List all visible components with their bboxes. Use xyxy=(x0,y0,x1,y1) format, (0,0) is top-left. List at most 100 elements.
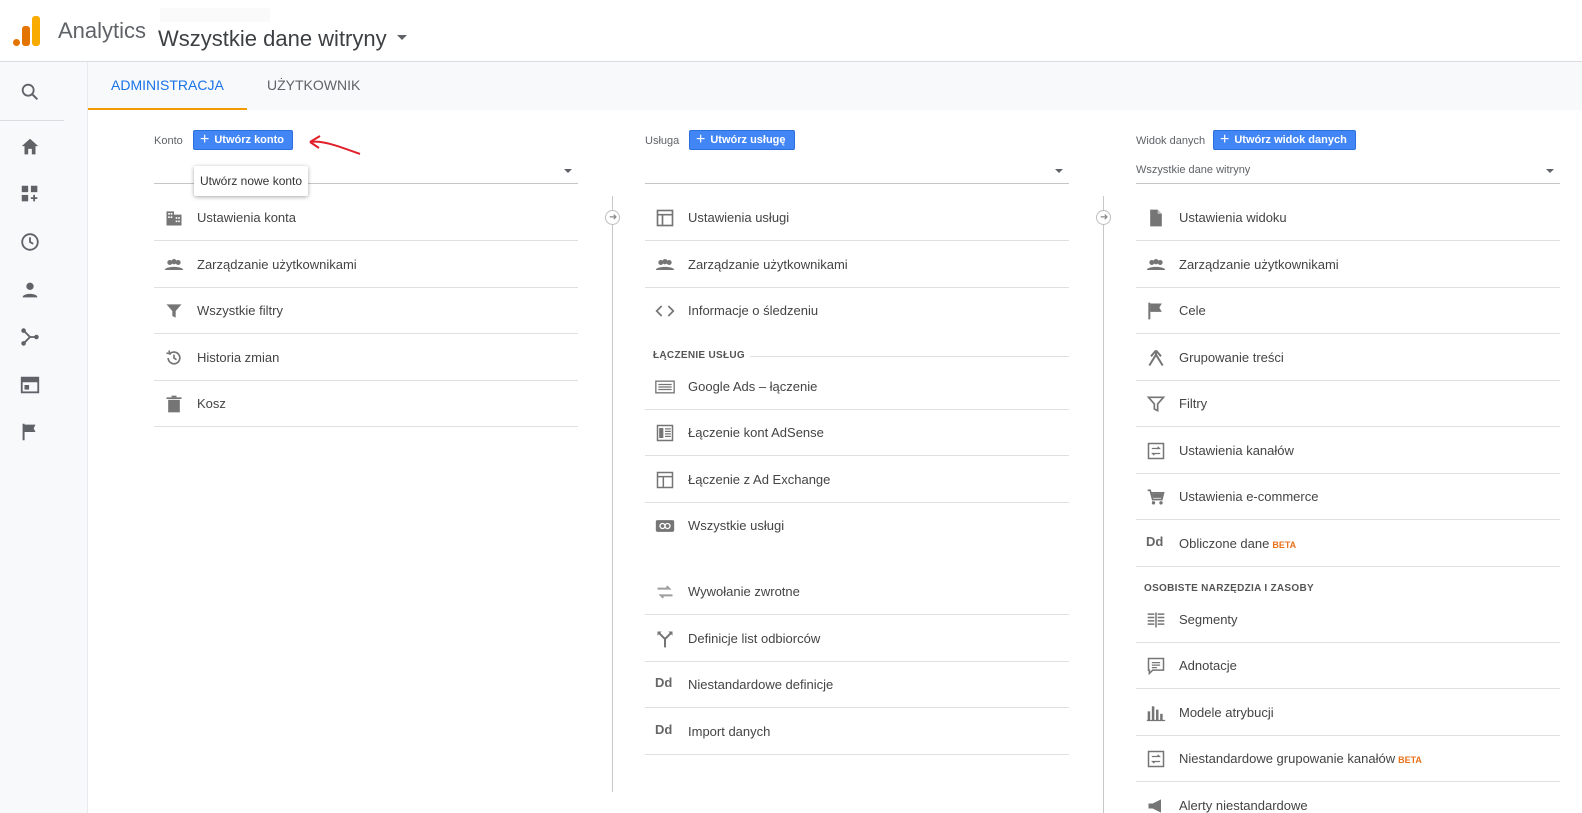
list-item[interactable]: Grupowanie treści xyxy=(1136,335,1560,381)
building-icon xyxy=(166,211,182,226)
behavior-icon[interactable] xyxy=(19,374,41,396)
list-item[interactable]: Segmenty xyxy=(1136,597,1560,643)
list-item[interactable]: Ustawienia kanałów xyxy=(1136,428,1560,474)
item-label: Import danych xyxy=(688,724,771,739)
search-icon[interactable] xyxy=(19,81,41,103)
item-label: Filtry xyxy=(1179,396,1208,411)
item-label: Definicje list odbiorców xyxy=(688,631,821,646)
list-item[interactable]: Łączenie z Ad Exchange xyxy=(645,457,1069,503)
cart-icon xyxy=(1147,489,1165,505)
list-item[interactable]: Ustawienia widoku xyxy=(1136,195,1560,241)
plus-icon: + xyxy=(696,131,706,148)
item-label: Zarządzanie użytkownikami xyxy=(197,257,357,272)
annotation-arrow-icon xyxy=(309,135,361,155)
item-label: Grupowanie treści xyxy=(1179,350,1284,365)
code-icon xyxy=(655,305,675,317)
item-label: Niestandardowe definicje xyxy=(688,677,834,692)
section-heading: ŁĄCZENIE USŁUG xyxy=(653,350,745,361)
admin-content: Konto + Utwórz konto Utwórz nowe konto Us… xyxy=(88,110,1582,813)
caret-down-icon xyxy=(564,169,572,173)
property-selector[interactable]: Wszystkie dane witryny xyxy=(158,26,387,52)
list-item[interactable]: Ustawienia e-commerce xyxy=(1136,474,1560,520)
list-item[interactable]: Kosz xyxy=(154,381,578,427)
list-item[interactable]: Zarządzanie użytkownikami xyxy=(154,242,578,288)
list-item[interactable]: Cele xyxy=(1136,288,1560,334)
create-property-button[interactable]: + Utwórz usługę xyxy=(689,130,795,150)
top-header: Analytics Wszystkie dane witryny xyxy=(0,0,1582,62)
item-label: Wszystkie usługi xyxy=(688,518,785,533)
item-label: Obliczone dane BETA xyxy=(1179,536,1297,551)
list-item[interactable]: Wszystkie usługi xyxy=(645,503,1069,549)
link-icon xyxy=(655,520,675,532)
postback-icon xyxy=(657,585,673,599)
clock-icon[interactable] xyxy=(19,231,41,253)
view-label: Widok danych xyxy=(1136,134,1206,147)
property-label: Usługa xyxy=(645,134,680,147)
item-label: Alerty niestandardowe xyxy=(1179,798,1308,813)
list-item[interactable]: Niestandardowe grupowanie kanałów BETA xyxy=(1136,736,1560,782)
list-item[interactable]: Dd Import danych xyxy=(645,709,1069,755)
list-item[interactable]: Definicje list odbiorców xyxy=(645,616,1069,662)
create-account-button[interactable]: + Utwórz konto xyxy=(193,130,294,150)
app-title: Analytics xyxy=(58,18,147,43)
list-item[interactable]: Wszystkie filtry xyxy=(154,288,578,334)
home-icon[interactable] xyxy=(19,136,41,158)
plus-icon: + xyxy=(1220,131,1230,148)
item-label: Ustawienia usługi xyxy=(688,210,790,225)
list-item[interactable]: Ustawienia usługi xyxy=(645,195,1069,241)
tab-uzytkownik[interactable]: UŻYTKOWNIK xyxy=(244,62,383,108)
list-item[interactable]: Historia zmian xyxy=(154,335,578,381)
bars-icon xyxy=(1146,706,1166,722)
redacted-area xyxy=(160,8,270,22)
item-label: Wywołanie zwrotne xyxy=(688,584,800,599)
person-icon[interactable] xyxy=(19,279,41,301)
item-label: Ustawienia e-commerce xyxy=(1179,489,1319,504)
section-heading: OSOBISTE NARZĘDZIA I ZASOBY xyxy=(1144,583,1314,594)
acquisition-icon[interactable] xyxy=(19,326,41,348)
document-icon xyxy=(1150,209,1162,227)
view-select[interactable]: Wszystkie dane witryny xyxy=(1136,160,1560,184)
trash-icon xyxy=(166,395,182,413)
list-item[interactable]: Alerty niestandardowe xyxy=(1136,783,1560,813)
item-label: Cele xyxy=(1179,303,1206,318)
list-item[interactable]: Zarządzanie użytkownikami xyxy=(1136,242,1560,288)
item-label: Ustawienia widoku xyxy=(1179,210,1287,225)
list-item[interactable]: Dd Niestandardowe definicje xyxy=(645,662,1069,708)
channel-icon xyxy=(1147,750,1165,768)
item-label: Modele atrybucji xyxy=(1179,705,1274,720)
ads-icon xyxy=(655,380,675,394)
tab-administracja[interactable]: ADMINISTRACJA xyxy=(88,62,247,110)
list-item[interactable]: Zarządzanie użytkownikami xyxy=(645,242,1069,288)
list-item[interactable]: Google Ads – łączenie xyxy=(645,364,1069,410)
item-label: Łączenie kont AdSense xyxy=(688,425,824,440)
item-label: Zarządzanie użytkownikami xyxy=(1179,257,1339,272)
dashboard-add-icon[interactable] xyxy=(19,183,41,205)
property-select[interactable] xyxy=(645,160,1069,184)
left-navigation xyxy=(0,62,88,813)
list-item[interactable]: Dd Obliczone dane BETA xyxy=(1136,521,1560,567)
dd-icon: Dd xyxy=(1146,534,1164,549)
history-icon xyxy=(166,350,181,365)
create-account-tooltip: Utwórz nowe konto xyxy=(194,166,309,196)
segments-icon xyxy=(1147,612,1165,628)
analytics-logo-icon[interactable] xyxy=(13,14,41,46)
item-label: Historia zmian xyxy=(197,350,280,365)
item-label: Zarządzanie użytkownikami xyxy=(688,257,848,272)
flag-icon xyxy=(1148,302,1162,320)
account-label: Konto xyxy=(154,134,183,147)
list-item[interactable]: Ustawienia konta xyxy=(154,195,578,241)
list-item[interactable]: Informacje o śledzeniu xyxy=(645,288,1069,334)
flag-icon[interactable] xyxy=(19,421,41,443)
list-item[interactable]: Filtry xyxy=(1136,381,1560,427)
list-item[interactable]: Adnotacje xyxy=(1136,643,1560,689)
caret-down-icon[interactable] xyxy=(397,35,407,40)
arrow-right-icon: ➜ xyxy=(1096,210,1111,225)
item-label: Ustawienia konta xyxy=(197,210,296,225)
list-item[interactable]: Wywołanie zwrotne xyxy=(645,569,1069,615)
item-label: Niestandardowe grupowanie kanałów BETA xyxy=(1179,751,1422,766)
list-item[interactable]: Modele atrybucji xyxy=(1136,690,1560,736)
create-view-button[interactable]: + Utwórz widok danych xyxy=(1213,130,1356,150)
column-divider xyxy=(1103,196,1104,813)
list-item[interactable]: Łączenie kont AdSense xyxy=(645,410,1069,456)
arrow-right-icon: ➜ xyxy=(605,210,620,225)
